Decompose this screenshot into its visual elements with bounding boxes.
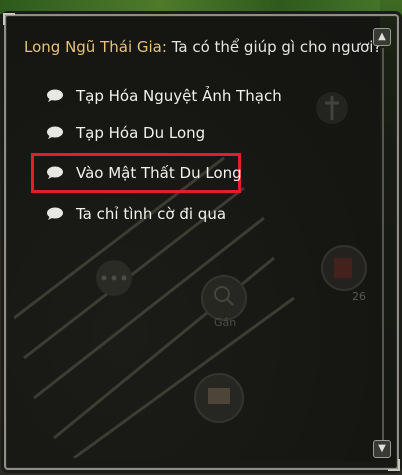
dialog-option-3[interactable]: Vào Mật Thất Du Long (46, 161, 242, 185)
speech-bubble-icon (46, 166, 64, 180)
speech-bubble-icon (46, 126, 64, 140)
dialog-option-label: Tạp Hóa Nguyệt Ảnh Thạch (76, 87, 282, 105)
npc-question: Ta có thể giúp gì cho ngươi? (171, 38, 382, 56)
dialog-option-2[interactable]: Tạp Hóa Du Long (46, 121, 205, 145)
speech-bubble-icon (46, 89, 64, 103)
search-icon (201, 275, 247, 321)
scrollbar-track[interactable] (382, 48, 384, 440)
npc-name: Long Ngũ Thái Gia: (24, 38, 167, 56)
speech-bubble-icon (46, 207, 64, 221)
npc-dialog: Gần 26 Long Ngũ Thái Gia: Ta có thể giúp… (3, 13, 400, 471)
dialog-option-1[interactable]: Tạp Hóa Nguyệt Ảnh Thạch (46, 84, 282, 108)
scroll-up-button[interactable]: ▲ (373, 28, 391, 46)
dialog-option-label: Vào Mật Thất Du Long (76, 164, 242, 182)
dialog-corner (3, 13, 15, 25)
dialog-title: Long Ngũ Thái Gia: Ta có thể giúp gì cho… (24, 38, 381, 56)
scroll-down-button[interactable]: ▼ (373, 440, 391, 458)
scene-search-label: Gần (214, 316, 236, 329)
dialog-option-label: Ta chỉ tình cờ đi qua (76, 205, 227, 223)
scene-count-label: 26 (352, 290, 366, 303)
dialog-option-label: Tạp Hóa Du Long (76, 124, 206, 142)
dialog-option-4[interactable]: Ta chỉ tình cờ đi qua (46, 202, 226, 226)
dialog-corner (388, 459, 400, 471)
game-top-bar (0, 0, 402, 14)
